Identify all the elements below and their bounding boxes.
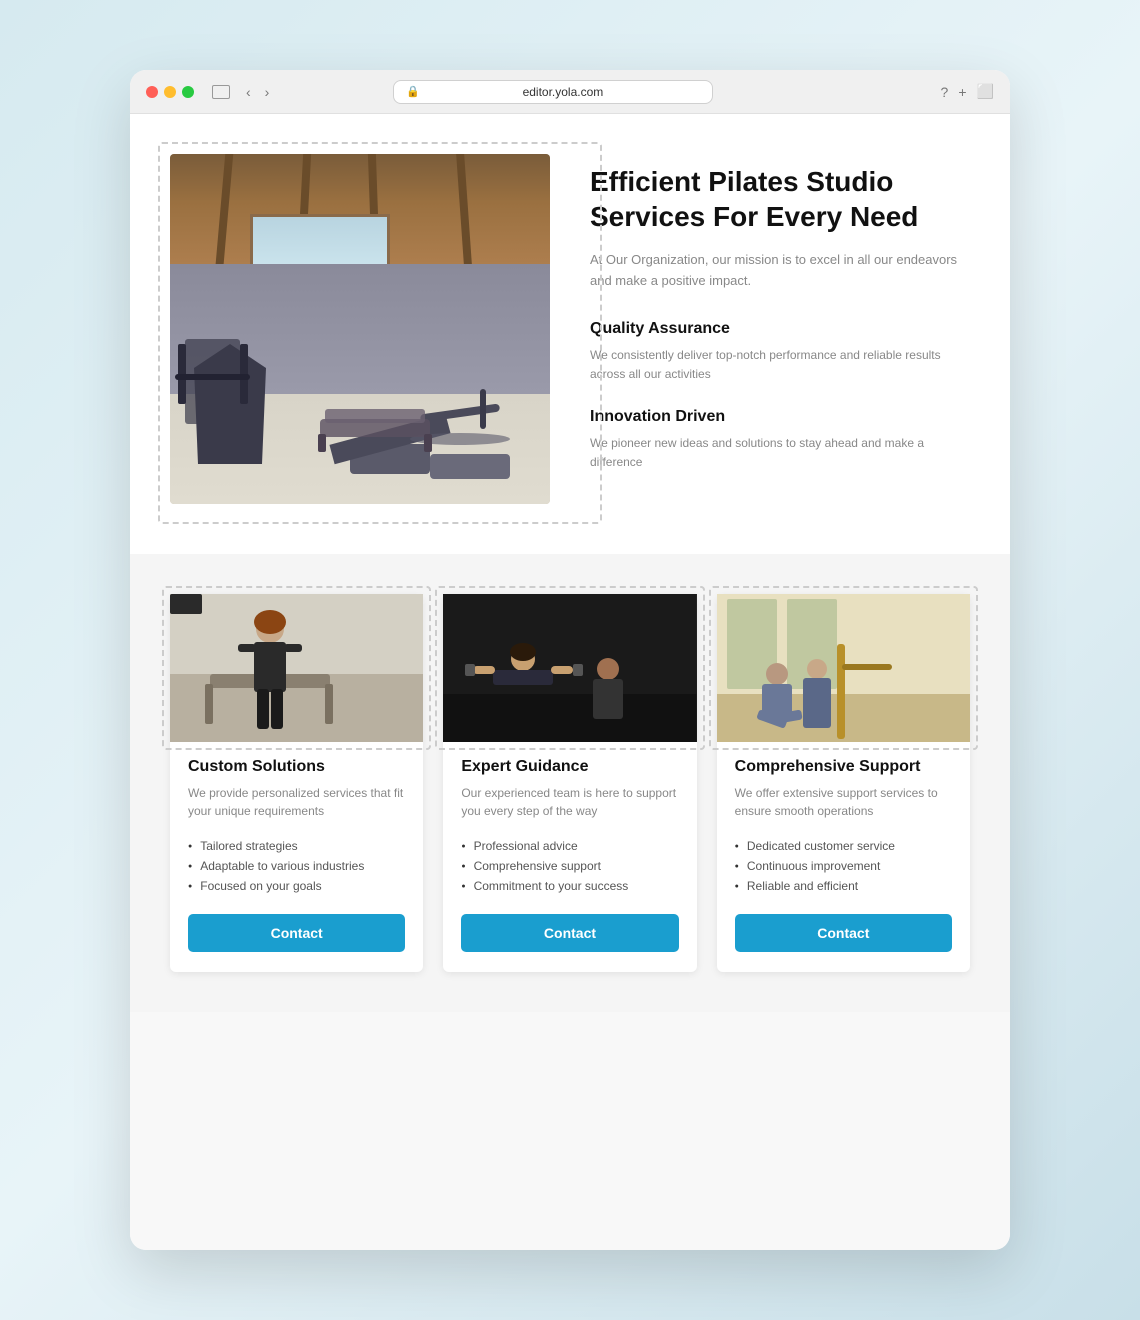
card-2-body: Expert Guidance Our experienced team is …	[443, 742, 696, 972]
card-1-list: Tailored strategies Adaptable to various…	[188, 836, 405, 896]
gym-image	[170, 154, 550, 504]
page-content: Efficient Pilates Studio Services For Ev…	[130, 114, 1010, 1250]
card-2-svg	[443, 594, 696, 742]
nav-buttons: ‹ ›	[242, 82, 273, 102]
card-3-list-item-3: Reliable and efficient	[735, 876, 952, 896]
card-1-body: Custom Solutions We provide personalized…	[170, 742, 423, 972]
card-2-list: Professional advice Comprehensive suppor…	[461, 836, 678, 896]
maximize-button[interactable]	[182, 86, 194, 98]
card-2: Expert Guidance Our experienced team is …	[443, 594, 696, 972]
card-1-title: Custom Solutions	[188, 758, 405, 776]
card-1-image	[170, 594, 423, 742]
gym-svg	[170, 154, 550, 504]
traffic-lights	[146, 86, 194, 98]
card-3-body: Comprehensive Support We offer extensive…	[717, 742, 970, 972]
cards-grid: Custom Solutions We provide personalized…	[170, 594, 970, 972]
card-3-list: Dedicated customer service Continuous im…	[735, 836, 952, 896]
card-1-list-item-1: Tailored strategies	[188, 836, 405, 856]
close-button[interactable]	[146, 86, 158, 98]
card-3-image	[717, 594, 970, 742]
card-1-description: We provide personalized services that fi…	[188, 784, 405, 820]
add-tab-button[interactable]: +	[958, 83, 966, 100]
feature-2-title: Innovation Driven	[590, 408, 970, 426]
card-2-contact-button[interactable]: Contact	[461, 914, 678, 952]
card-3-contact-button[interactable]: Contact	[735, 914, 952, 952]
card-1: Custom Solutions We provide personalized…	[170, 594, 423, 972]
tab-icon	[212, 85, 230, 99]
forward-button[interactable]: ›	[261, 82, 274, 102]
hero-section: Efficient Pilates Studio Services For Ev…	[130, 114, 1010, 554]
feature-1-desc: We consistently deliver top-notch perfor…	[590, 346, 970, 384]
card-1-image-wrapper	[170, 594, 423, 742]
card-2-list-item-1: Professional advice	[461, 836, 678, 856]
card-2-image	[443, 594, 696, 742]
card-2-list-item-3: Commitment to your success	[461, 876, 678, 896]
card-1-contact-button[interactable]: Contact	[188, 914, 405, 952]
browser-chrome: ‹ › 🔒 editor.yola.com ? + ⬜	[130, 70, 1010, 114]
card-2-title: Expert Guidance	[461, 758, 678, 776]
card-2-list-item-2: Comprehensive support	[461, 856, 678, 876]
card-1-svg	[170, 594, 423, 742]
browser-actions: ? + ⬜	[941, 83, 994, 100]
card-1-list-item-3: Focused on your goals	[188, 876, 405, 896]
minimize-button[interactable]	[164, 86, 176, 98]
cards-section: Custom Solutions We provide personalized…	[130, 554, 1010, 1012]
lock-icon: 🔒	[406, 85, 420, 98]
card-3-list-item-2: Continuous improvement	[735, 856, 952, 876]
browser-window: ‹ › 🔒 editor.yola.com ? + ⬜	[130, 70, 1010, 1250]
hero-subtitle: At Our Organization, our mission is to e…	[590, 250, 970, 292]
card-3: Comprehensive Support We offer extensive…	[717, 594, 970, 972]
card-2-image-wrapper	[443, 594, 696, 742]
back-button[interactable]: ‹	[242, 82, 255, 102]
hero-title: Efficient Pilates Studio Services For Ev…	[590, 164, 970, 234]
address-bar[interactable]: 🔒 editor.yola.com	[393, 80, 713, 104]
feature-1-title: Quality Assurance	[590, 320, 970, 338]
feature-2-desc: We pioneer new ideas and solutions to st…	[590, 434, 970, 472]
card-3-list-item-1: Dedicated customer service	[735, 836, 952, 856]
help-button[interactable]: ?	[941, 83, 949, 100]
card-3-description: We offer extensive support services to e…	[735, 784, 952, 820]
card-2-description: Our experienced team is here to support …	[461, 784, 678, 820]
card-3-svg	[717, 594, 970, 742]
card-3-image-wrapper	[717, 594, 970, 742]
hero-inner: Efficient Pilates Studio Services For Ev…	[170, 154, 970, 504]
url-text: editor.yola.com	[426, 85, 700, 99]
card-1-list-item-2: Adaptable to various industries	[188, 856, 405, 876]
hero-image-container	[170, 154, 550, 504]
hero-text: Efficient Pilates Studio Services For Ev…	[590, 154, 970, 496]
card-3-title: Comprehensive Support	[735, 758, 952, 776]
extensions-button[interactable]: ⬜	[977, 83, 994, 100]
